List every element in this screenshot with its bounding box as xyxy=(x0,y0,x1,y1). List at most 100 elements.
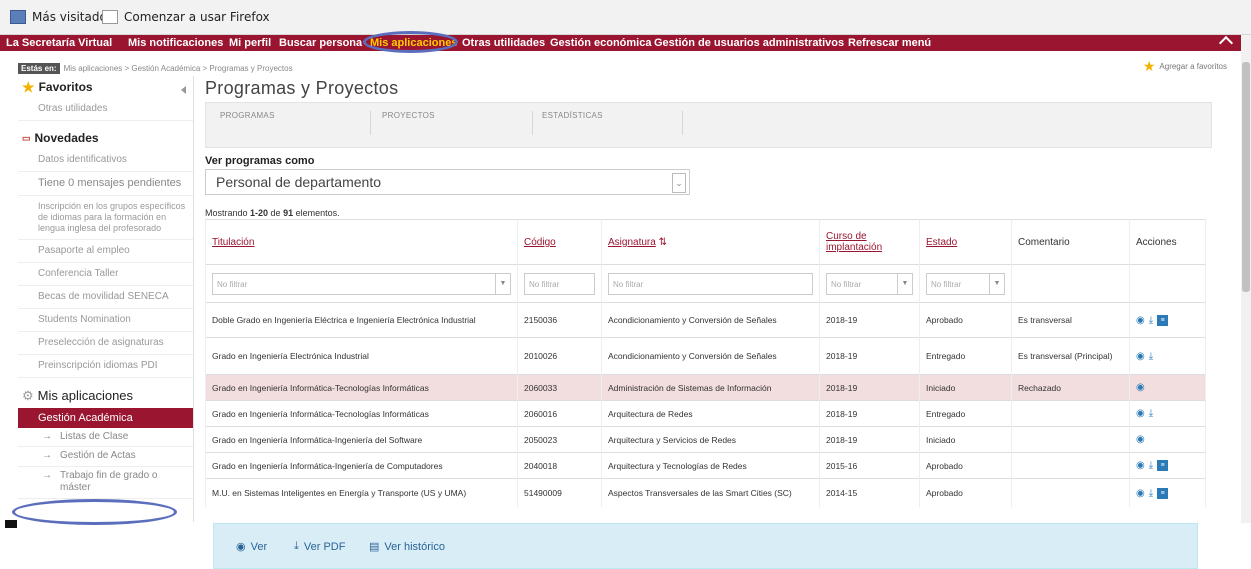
bookmark-comenzar-firefox[interactable]: Comenzar a usar Firefox xyxy=(102,10,270,24)
nav-mis-notificaciones[interactable]: Mis notificaciones xyxy=(128,37,223,49)
bookmark-mas-visitados[interactable]: Más visitados xyxy=(10,10,113,24)
col-asignatura[interactable]: Asignatura ⇅ xyxy=(601,219,820,265)
cell-estado: Aprobado xyxy=(919,478,1012,507)
history-icon[interactable]: ≡ xyxy=(1157,314,1169,326)
nav-refrescar-menu[interactable]: Refrescar menú xyxy=(848,37,931,49)
sort-estado[interactable]: Estado xyxy=(926,237,957,248)
download-icon[interactable]: ⤓ xyxy=(1149,460,1153,471)
table-row: Grado en Ingeniería Informática-Ingenier… xyxy=(205,452,1206,479)
sort-codigo[interactable]: Código xyxy=(524,237,556,248)
filter-placeholder: No filtrar xyxy=(529,279,560,289)
filter-titulacion[interactable]: No filtrar ▼ xyxy=(212,272,511,295)
summary-total: 91 xyxy=(283,208,294,218)
chevron-up-icon[interactable] xyxy=(1218,35,1234,51)
sidebar-favoritos-header[interactable]: ★ Favoritos xyxy=(18,76,193,98)
filter-estado[interactable]: No filtrar ▼ xyxy=(926,272,1005,295)
history-icon[interactable]: ≡ xyxy=(1157,487,1169,499)
nav-otras-utilidades[interactable]: Otras utilidades xyxy=(462,37,545,49)
table-row: Doble Grado en Ingeniería Eléctrica e In… xyxy=(205,302,1206,338)
eye-icon[interactable]: ◉ xyxy=(1136,408,1145,419)
sidebar-item-conferencia[interactable]: Conferencia Taller xyxy=(18,263,193,286)
nav-mis-aplicaciones[interactable]: Mis aplicaciones xyxy=(370,37,457,49)
nav-gestion-economica[interactable]: Gestión económica xyxy=(550,37,651,49)
col-curso[interactable]: Curso de implantación xyxy=(819,219,920,265)
summary-text: de xyxy=(268,208,284,218)
sidebar-subitem-listas[interactable]: → Listas de Clase xyxy=(18,428,193,448)
nav-mi-perfil[interactable]: Mi perfil xyxy=(229,37,271,49)
programs-table: Titulación Código Asignatura ⇅ Curso de … xyxy=(205,219,1206,507)
sidebar-item-inscripcion[interactable]: Inscripción en los grupos específicos de… xyxy=(18,196,193,240)
sidebar-apps-header[interactable]: ⚙ Mis aplicaciones xyxy=(18,384,193,408)
sidebar-item-mensajes[interactable]: Tiene 0 mensajes pendientes xyxy=(18,172,193,197)
filter-codigo[interactable]: No filtrar xyxy=(524,272,595,295)
sidebar-item-becas[interactable]: Becas de movilidad SENECA xyxy=(18,286,193,309)
col-titulacion[interactable]: Titulación xyxy=(205,219,518,265)
scrollbar-thumb[interactable] xyxy=(1242,62,1250,292)
nav-secretaria-virtual[interactable]: La Secretaría Virtual xyxy=(6,37,112,49)
cell-curso: 2018-19 xyxy=(819,302,920,338)
tab-programas[interactable]: PROGRAMAS xyxy=(220,111,371,135)
cell-acciones: ◉ xyxy=(1129,426,1206,453)
filter-placeholder: No filtrar xyxy=(217,279,248,289)
eye-icon[interactable]: ◉ xyxy=(1136,382,1145,393)
footer-ver-historico-button[interactable]: ▤ Ver histórico xyxy=(369,540,445,554)
footer-ver-button[interactable]: ◉ Ver xyxy=(236,540,267,554)
eye-icon[interactable]: ◉ xyxy=(1136,434,1145,445)
cell-estado: Aprobado xyxy=(919,452,1012,479)
cell-acciones: ◉ ⤓ ≡ xyxy=(1129,478,1206,507)
cell-codigo: 2050023 xyxy=(517,426,602,453)
tabs-bar: PROGRAMAS PROYECTOS ESTADÍSTICAS xyxy=(205,102,1212,148)
view-as-select[interactable]: Personal de departamento ⌄ xyxy=(205,169,690,195)
download-icon[interactable]: ⤓ xyxy=(1149,351,1153,362)
tab-proyectos[interactable]: PROYECTOS xyxy=(382,111,533,135)
sidebar-subitem-tfg[interactable]: → Trabajo fin de grado o máster xyxy=(18,467,193,499)
sort-curso[interactable]: Curso de implantación xyxy=(826,231,882,253)
bookmark-label: Más visitados xyxy=(32,10,114,24)
cell-estado: Iniciado xyxy=(919,426,1012,453)
eye-icon[interactable]: ◉ xyxy=(1136,315,1145,326)
download-icon[interactable]: ⤓ xyxy=(1149,488,1153,499)
cell-codigo: 51490009 xyxy=(517,478,602,507)
tab-estadisticas[interactable]: ESTADÍSTICAS xyxy=(542,111,683,135)
cell-asignatura: Arquitectura de Redes xyxy=(601,400,820,427)
sidebar-item-otras-utilidades[interactable]: Otras utilidades xyxy=(18,98,193,121)
table-row: Grado en Ingeniería Informática-Ingenier… xyxy=(205,426,1206,453)
sidebar-item-preinscripcion[interactable]: Preinscripción idiomas PDI xyxy=(18,355,193,378)
sidebar-novedades-header[interactable]: ▭ Novedades xyxy=(18,127,193,149)
nav-gestion-usuarios[interactable]: Gestión de usuarios administrativos xyxy=(654,37,844,49)
sidebar-item-students[interactable]: Students Nomination xyxy=(18,309,193,332)
eye-icon[interactable]: ◉ xyxy=(1136,488,1145,499)
eye-icon[interactable]: ◉ xyxy=(1136,351,1145,362)
sidebar-item-datos[interactable]: Datos identificativos xyxy=(18,149,193,172)
sidebar-section-title: Mis aplicaciones xyxy=(37,388,134,404)
cell-acciones: ◉ ⤓ xyxy=(1129,337,1206,375)
col-codigo[interactable]: Código xyxy=(517,219,602,265)
table-row: M.U. en Sistemas Inteligentes en Energía… xyxy=(205,478,1206,507)
nav-buscar-persona[interactable]: Buscar persona xyxy=(279,37,362,49)
col-acciones: Acciones xyxy=(1129,219,1206,265)
filter-curso[interactable]: No filtrar ▼ xyxy=(826,272,913,295)
filter-asignatura[interactable]: No filtrar xyxy=(608,272,813,295)
chevron-down-icon: ▼ xyxy=(495,273,510,294)
cell-comentario: Rechazado xyxy=(1011,374,1130,401)
eye-icon[interactable]: ◉ xyxy=(1136,460,1145,471)
cell-titulacion: Grado en Ingeniería Electrónica Industri… xyxy=(205,337,518,375)
sort-asignatura[interactable]: Asignatura xyxy=(608,237,656,248)
sidebar-item-gestion-academica[interactable]: Gestión Académica xyxy=(18,407,193,428)
breadcrumb-path[interactable]: Mis aplicaciones > Gestión Académica > P… xyxy=(64,64,293,73)
cell-comentario xyxy=(1011,400,1130,427)
footer-ver-pdf-button[interactable]: ⤓ Ver PDF xyxy=(294,540,345,553)
history-icon[interactable]: ≡ xyxy=(1157,460,1169,471)
sort-titulacion[interactable]: Titulación xyxy=(212,237,254,248)
sidebar-item-pasaporte[interactable]: Pasaporte al empleo xyxy=(18,240,193,263)
sidebar-collapse-icon[interactable] xyxy=(181,86,186,94)
download-icon[interactable]: ⤓ xyxy=(1149,408,1153,419)
download-icon[interactable]: ⤓ xyxy=(1149,315,1153,326)
col-estado[interactable]: Estado xyxy=(919,219,1012,265)
cell-curso: 2014-15 xyxy=(819,478,920,507)
add-favorite-link[interactable]: ★ Agregar a favoritos xyxy=(1143,59,1227,73)
cell-acciones: ◉ ⤓ xyxy=(1129,400,1206,427)
sidebar-subitem-actas[interactable]: → Gestión de Actas xyxy=(18,447,193,467)
sidebar-item-preseleccion[interactable]: Preselección de asignaturas xyxy=(18,332,193,355)
cell-comentario xyxy=(1011,452,1130,479)
